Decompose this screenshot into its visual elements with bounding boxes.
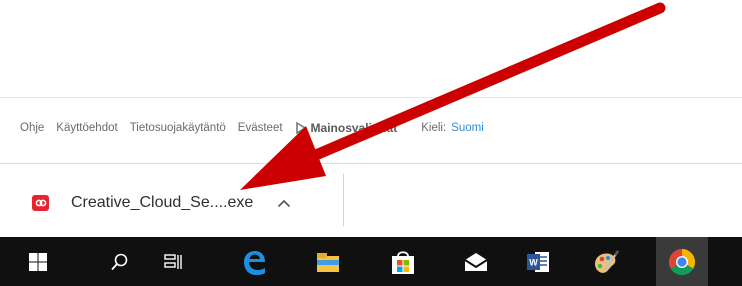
terms-link[interactable]: Käyttöehdot <box>56 122 117 134</box>
download-bar-divider <box>0 163 742 164</box>
task-view-icon[interactable] <box>148 237 197 286</box>
edge-icon[interactable] <box>229 237 278 286</box>
download-item[interactable]: Creative_Cloud_Se....exe <box>32 188 291 218</box>
footer-links: Ohje Käyttöehdot Tietosuojakäytäntö Eväs… <box>20 118 496 138</box>
footer-divider <box>0 97 742 98</box>
cookies-link[interactable]: Evästeet <box>238 122 283 134</box>
store-icon[interactable] <box>378 237 427 286</box>
download-filename[interactable]: Creative_Cloud_Se....exe <box>71 194 253 212</box>
file-explorer-icon[interactable] <box>303 237 352 286</box>
search-icon[interactable] <box>94 237 143 286</box>
chevron-up-icon[interactable] <box>277 199 291 208</box>
mail-icon[interactable] <box>451 237 500 286</box>
paint-icon[interactable] <box>581 237 630 286</box>
ad-choices-icon <box>295 122 307 134</box>
word-icon[interactable]: W <box>513 237 562 286</box>
chrome-icon[interactable] <box>656 237 708 286</box>
windows-start-icon[interactable] <box>13 237 62 286</box>
ad-choices-label: Mainosvalinnat <box>310 121 398 135</box>
creative-cloud-icon <box>32 195 49 211</box>
download-separator <box>343 174 344 226</box>
language-label: Kieli: <box>421 122 447 134</box>
svg-text:W: W <box>529 257 538 267</box>
help-link[interactable]: Ohje <box>20 122 44 134</box>
privacy-link[interactable]: Tietosuojakäytäntö <box>130 122 226 134</box>
taskbar: W <box>0 237 742 286</box>
language-link[interactable]: Suomi <box>451 122 484 134</box>
ad-choices-link[interactable]: Mainosvalinnat <box>295 121 410 135</box>
